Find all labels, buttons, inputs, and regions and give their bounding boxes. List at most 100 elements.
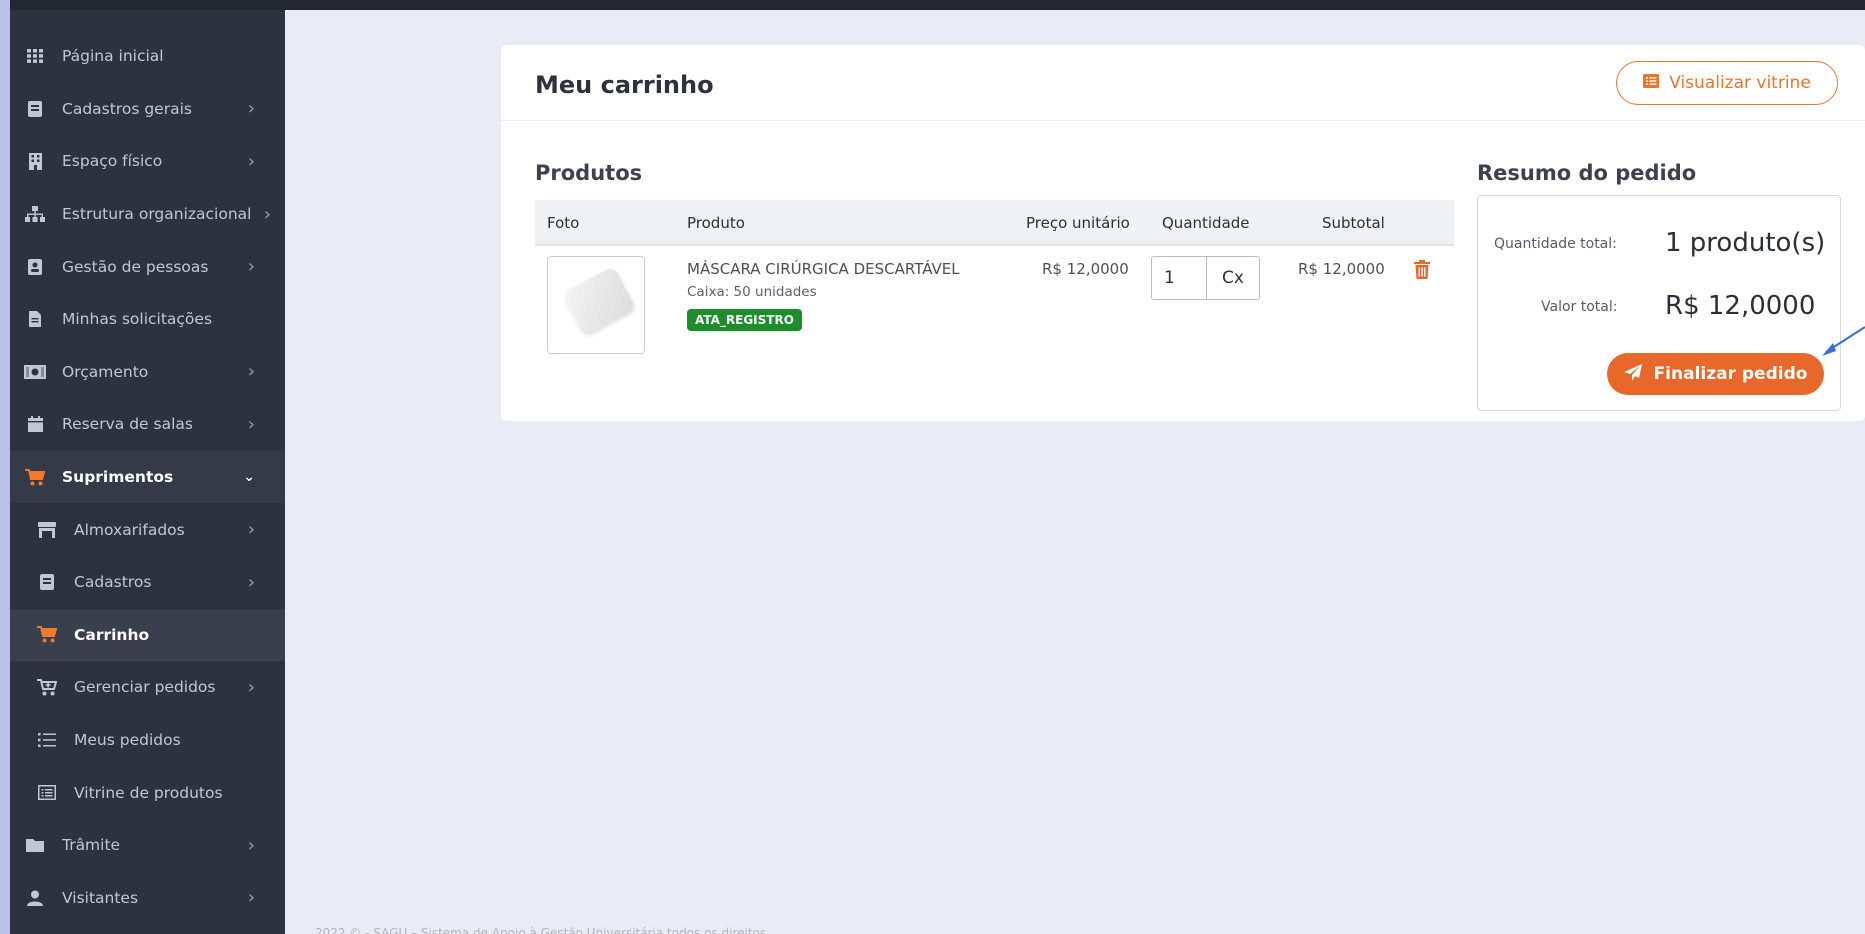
sitemap-icon: [24, 205, 46, 223]
building-icon: [24, 152, 46, 170]
sidebar-item-meus-pedidos[interactable]: Meus pedidos: [10, 714, 285, 767]
page-title: Meu carrinho: [535, 71, 714, 99]
main-content: Meu carrinho Visualizar vitrine Produtos…: [285, 10, 1865, 934]
chevron-right-icon: ›: [247, 676, 255, 698]
sidebar-item-label: Estrutura organizacional: [62, 205, 252, 224]
chevron-right-icon: ›: [247, 361, 255, 383]
sidebar: Página inicial Cadastros gerais › Espaço…: [10, 10, 285, 934]
product-name: MÁSCARA CIRÚRGICA DESCARTÁVEL: [687, 260, 960, 278]
calendar-icon: [24, 415, 46, 433]
finalizar-pedido-button[interactable]: Finalizar pedido: [1607, 353, 1824, 395]
sidebar-item-label: Cadastros gerais: [62, 99, 192, 118]
sidebar-item-minhas-solicitacoes[interactable]: Minhas solicitações: [10, 293, 285, 346]
summary-section-title: Resumo do pedido: [1477, 161, 1697, 185]
top-border: [10, 0, 1865, 10]
column-header-subtotal: Subtotal: [1322, 214, 1385, 232]
sidebar-item-label: Carrinho: [74, 625, 150, 644]
grid-icon: [24, 47, 46, 65]
cart-card: Meu carrinho Visualizar vitrine Produtos…: [501, 45, 1865, 421]
chevron-right-icon: ›: [247, 834, 255, 856]
quantity-total-value: 1 produto(s): [1665, 228, 1826, 258]
sidebar-item-espaco-fisico[interactable]: Espaço físico ›: [10, 135, 285, 188]
sidebar-item-label: Orçamento: [62, 362, 149, 381]
sidebar-item-label: Gerenciar pedidos: [74, 678, 216, 697]
chevron-right-icon: ›: [263, 203, 271, 225]
unit-price: R$ 12,0000: [1042, 260, 1129, 278]
list-icon: [36, 731, 58, 749]
product-packaging: Caixa: 50 unidades: [687, 284, 817, 300]
table-row: MÁSCARA CIRÚRGICA DESCARTÁVEL Caixa: 50 …: [535, 246, 1454, 356]
order-summary-box: Quantidade total: 1 produto(s) Valor tot…: [1477, 195, 1841, 411]
left-border: [0, 0, 10, 934]
sidebar-item-label: Gestão de pessoas: [62, 257, 209, 276]
row-subtotal: R$ 12,0000: [1298, 260, 1385, 278]
sidebar-item-gerenciar-pedidos[interactable]: Gerenciar pedidos ›: [10, 661, 285, 714]
chevron-right-icon: ›: [247, 519, 255, 541]
visualizar-vitrine-button[interactable]: Visualizar vitrine: [1616, 61, 1838, 105]
user-icon: [24, 889, 46, 907]
sidebar-item-cadastros[interactable]: Cadastros ›: [10, 556, 285, 609]
column-header-preco: Preço unitário: [1026, 214, 1130, 232]
chevron-down-icon: ⌄: [243, 469, 255, 486]
sidebar-item-label: Página inicial: [62, 47, 164, 66]
sidebar-item-label: Suprimentos: [62, 468, 174, 487]
quantity-total-label: Quantidade total:: [1494, 236, 1617, 252]
sidebar-item-estrutura-organizacional[interactable]: Estrutura organizacional ›: [10, 188, 285, 241]
sidebar-item-label: Visitantes: [62, 888, 139, 907]
paper-plane-icon: [1623, 363, 1642, 385]
sidebar-item-label: Vitrine de produtos: [74, 783, 223, 802]
surgical-mask-image: [562, 266, 636, 336]
chevron-right-icon: ›: [247, 256, 255, 278]
sidebar-item-orcamento[interactable]: Orçamento ›: [10, 346, 285, 399]
store-icon: [36, 521, 58, 539]
sidebar-item-vitrine-de-produtos[interactable]: Vitrine de produtos: [10, 766, 285, 819]
sidebar-item-cadastros-gerais[interactable]: Cadastros gerais ›: [10, 83, 285, 136]
quantity-input[interactable]: [1152, 257, 1207, 299]
money-icon: [24, 363, 46, 381]
quantity-unit: Cx: [1222, 268, 1244, 288]
sidebar-item-tramite[interactable]: Trâmite ›: [10, 819, 285, 872]
value-total-label: Valor total:: [1541, 299, 1618, 315]
sidebar-item-pagina-inicial[interactable]: Página inicial: [10, 30, 285, 83]
status-badge: ATA_REGISTRO: [687, 309, 802, 331]
sidebar-item-label: Minhas solicitações: [62, 310, 213, 329]
pointer-arrow-icon: [1822, 326, 1865, 356]
list-alt-icon: [1643, 74, 1660, 92]
column-header-produto: Produto: [687, 214, 745, 232]
chevron-right-icon: ›: [247, 98, 255, 120]
sidebar-item-gestao-de-pessoas[interactable]: Gestão de pessoas ›: [10, 240, 285, 293]
chevron-right-icon: ›: [247, 413, 255, 435]
quantity-field: Cx: [1151, 256, 1260, 300]
sidebar-item-label: Reserva de salas: [62, 415, 193, 434]
products-table: Foto Produto Preço unitário Quantidade S…: [535, 200, 1454, 356]
sidebar-item-reserva-de-salas[interactable]: Reserva de salas ›: [10, 398, 285, 451]
sidebar-item-almoxarifados[interactable]: Almoxarifados ›: [10, 503, 285, 556]
chevron-right-icon: ›: [247, 150, 255, 172]
value-total-value: R$ 12,0000: [1665, 291, 1816, 321]
folder-icon: [24, 836, 46, 854]
chevron-right-icon: ›: [247, 571, 255, 593]
sidebar-item-carrinho[interactable]: Carrinho: [10, 608, 285, 662]
sidebar-item-label: Meus pedidos: [74, 731, 181, 750]
finalizar-pedido-label: Finalizar pedido: [1653, 364, 1808, 384]
trash-icon[interactable]: [1414, 260, 1432, 280]
sidebar-item-label: Cadastros: [74, 573, 152, 592]
column-header-foto: Foto: [547, 214, 580, 232]
id-card-icon: [24, 258, 46, 276]
sidebar-item-suprimentos[interactable]: Suprimentos ⌄: [10, 450, 285, 504]
footer: 2022 © - SAGU – Sistema de Apoio à Gestã…: [315, 926, 767, 934]
sidebar-item-label: Trâmite: [62, 836, 121, 855]
visualizar-vitrine-label: Visualizar vitrine: [1669, 73, 1811, 93]
table-header: Foto Produto Preço unitário Quantidade S…: [535, 200, 1454, 246]
sidebar-item-visitantes[interactable]: Visitantes ›: [10, 872, 285, 925]
cart-icon: [36, 626, 58, 644]
cart-plus-icon: [36, 678, 58, 696]
products-section-title: Produtos: [535, 161, 643, 185]
file-icon: [24, 310, 46, 328]
book-icon: [24, 100, 46, 118]
list-alt-icon: [36, 784, 58, 802]
cart-icon: [24, 468, 46, 486]
product-thumbnail[interactable]: [547, 256, 645, 354]
chevron-right-icon: ›: [247, 887, 255, 909]
card-header: Meu carrinho Visualizar vitrine: [501, 45, 1865, 121]
